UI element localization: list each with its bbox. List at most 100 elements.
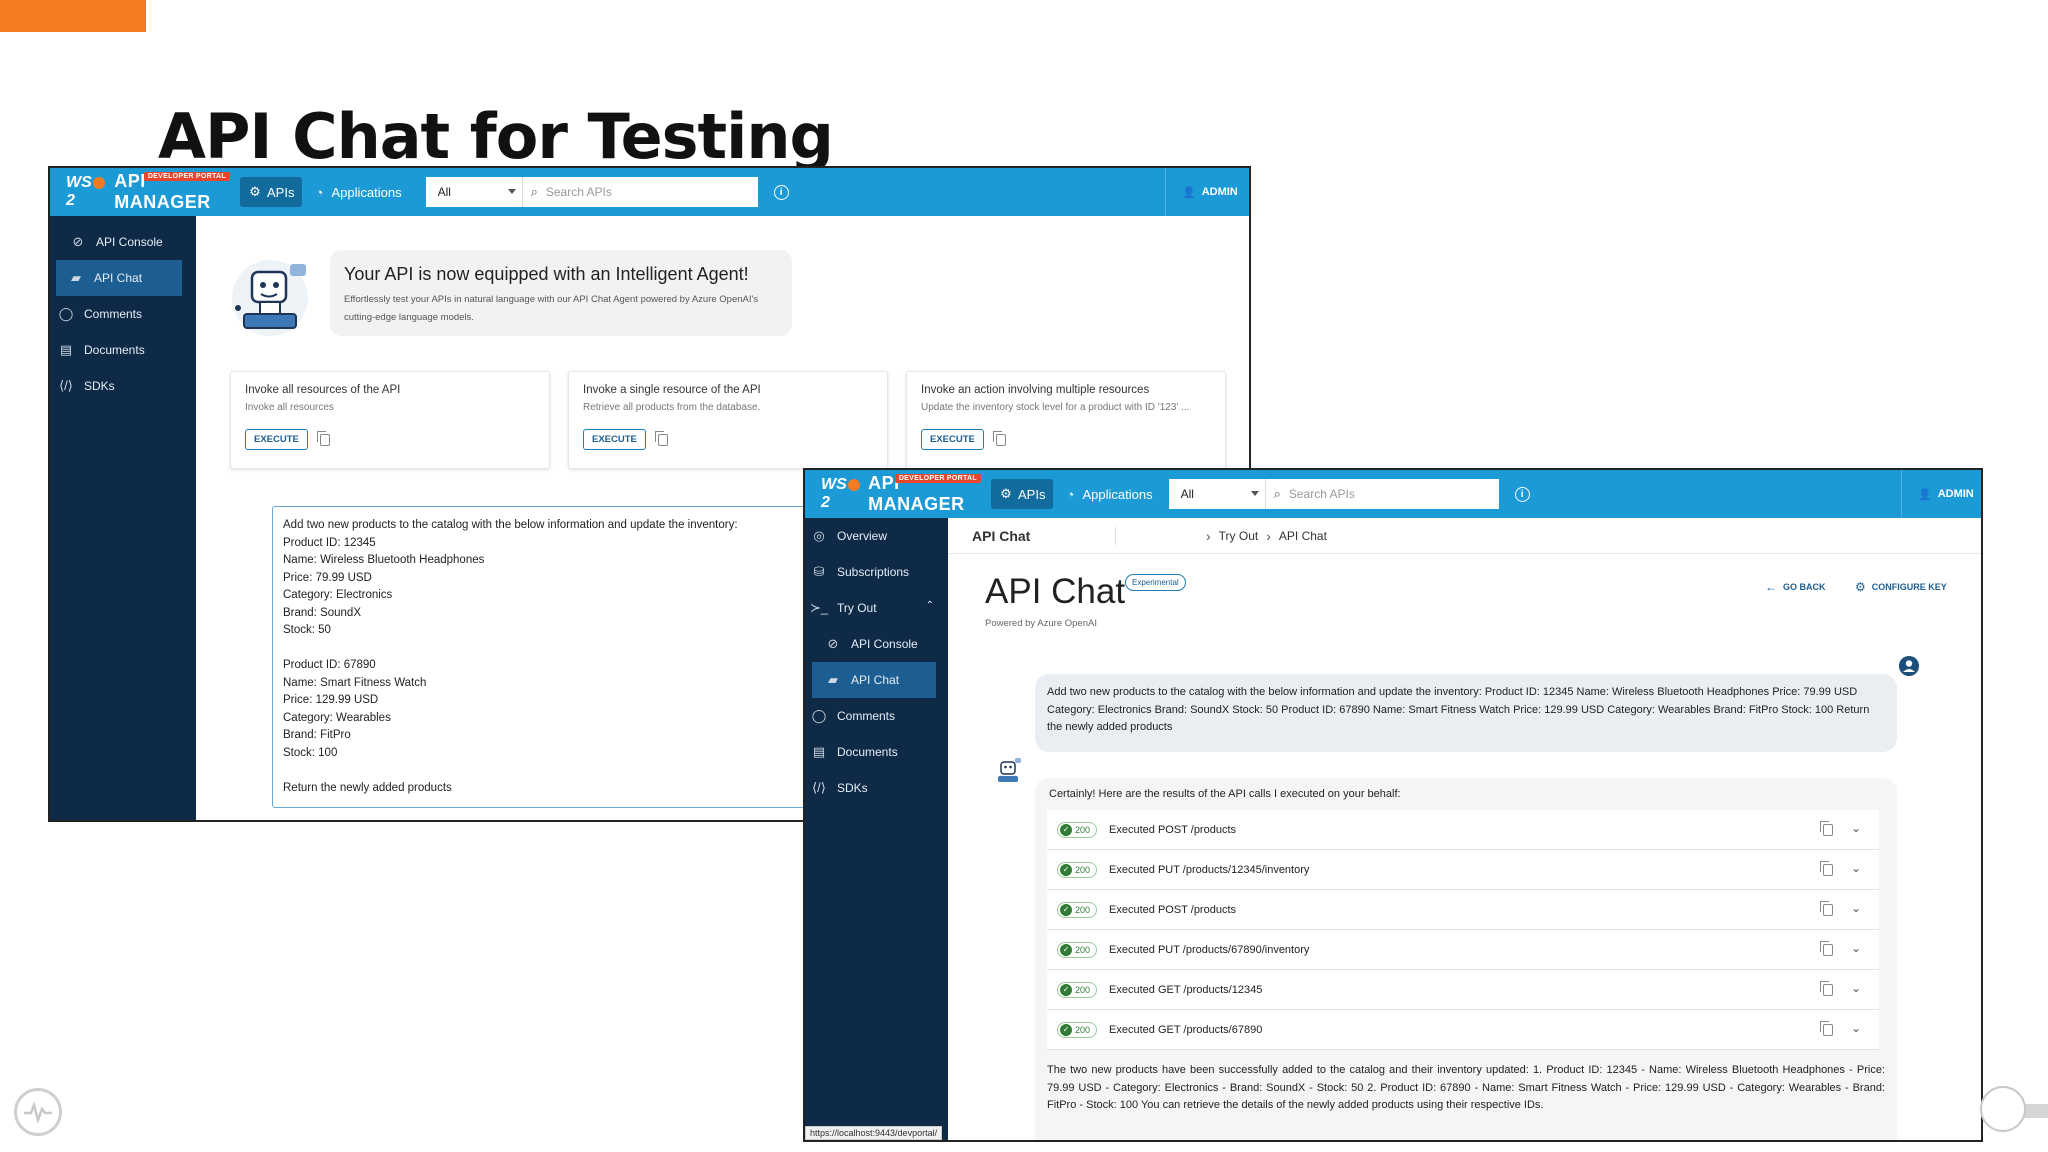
copy-icon[interactable] xyxy=(1820,821,1833,836)
user-avatar-icon xyxy=(1899,656,1919,676)
slide-title: API Chat for Testing xyxy=(158,100,834,173)
info-icon[interactable]: i xyxy=(1514,486,1530,502)
sidebar-item-label: API Console xyxy=(851,637,918,651)
chevron-right-icon: › xyxy=(1206,527,1211,544)
sidebar-item-documents[interactable]: ▤ Documents xyxy=(50,332,196,368)
sidebar-item-sdks[interactable]: ⟨/⟩ SDKs xyxy=(805,770,948,806)
sidebar: ◎ Overview ⛁ Subscriptions ≻_ Try Out ⌃ … xyxy=(805,518,948,1140)
card-title: Invoke all resources of the API xyxy=(245,384,401,396)
execution-text: Executed GET /products/67890 xyxy=(1109,1023,1263,1036)
nav-apis-label: APIs xyxy=(267,184,295,200)
api-filter-value: All xyxy=(437,185,451,199)
sidebar-item-comments[interactable]: ◯ Comments xyxy=(805,698,948,734)
check-icon: ✓ xyxy=(1060,983,1072,996)
chevron-down-icon[interactable]: ⌄ xyxy=(1851,941,1861,955)
execution-row[interactable]: ✓ 200 Executed POST /products ⌄ xyxy=(1047,890,1879,930)
sidebar-item-documents[interactable]: ▤ Documents xyxy=(805,734,948,770)
sidebar-item-label: Comments xyxy=(84,307,143,321)
execute-button[interactable]: EXECUTE xyxy=(921,429,984,450)
user-icon: 👤 xyxy=(1918,488,1932,501)
developer-portal-badge: DEVELOPER PORTAL xyxy=(143,172,230,181)
sample-card-single-resource: Invoke a single resource of the API Retr… xyxy=(568,371,888,469)
nav-apis-button[interactable]: ⚙ APIs xyxy=(240,177,303,207)
sidebar-item-try-out[interactable]: ≻_ Try Out ⌃ xyxy=(805,590,948,626)
decorative-ring xyxy=(1980,1086,2026,1132)
sidebar-item-api-chat[interactable]: ▰ API Chat xyxy=(56,260,182,296)
user-message-bubble: Add two new products to the catalog with… xyxy=(1035,674,1897,752)
breadcrumb-try-out[interactable]: Try Out xyxy=(1219,529,1259,543)
execution-row[interactable]: ✓ 200 Executed GET /products/67890 ⌄ xyxy=(1047,1010,1879,1050)
execution-row[interactable]: ✓ 200 Executed PUT /products/67890/invent… xyxy=(1047,930,1879,970)
brand-logo[interactable]: WS2 API MANAGER DEVELOPER PORTAL xyxy=(50,168,230,216)
execute-button[interactable]: EXECUTE xyxy=(245,429,308,450)
agent-description-line1: Effortlessly test your APIs in natural l… xyxy=(344,294,759,305)
wso2-logo-icon: WS2 xyxy=(66,174,108,210)
sidebar-item-sdks[interactable]: ⟨/⟩ SDKs xyxy=(50,368,196,404)
overview-icon: ◎ xyxy=(813,528,825,543)
chevron-down-icon[interactable]: ⌄ xyxy=(1851,981,1861,995)
top-bar: WS2 API MANAGER DEVELOPER PORTAL ⚙ APIs … xyxy=(805,470,1981,518)
search-input[interactable]: ⌕ Search APIs xyxy=(521,177,758,207)
execution-text: Executed POST /products xyxy=(1109,823,1237,836)
copy-icon[interactable] xyxy=(1820,1021,1833,1036)
copy-icon[interactable] xyxy=(1820,981,1833,996)
sidebar-item-comments[interactable]: ◯ Comments xyxy=(50,296,196,332)
copy-icon[interactable] xyxy=(992,430,1006,446)
chevron-down-icon[interactable]: ⌄ xyxy=(1851,901,1861,915)
api-filter-select[interactable]: All xyxy=(1168,479,1265,509)
sidebar-item-label: Subscriptions xyxy=(837,565,910,579)
portal-window-api-chat-results: WS2 API MANAGER DEVELOPER PORTAL ⚙ APIs … xyxy=(803,468,1983,1142)
configure-key-label: CONFIGURE KEY xyxy=(1871,582,1947,592)
sidebar-item-api-console[interactable]: ⊘ API Console xyxy=(805,626,948,662)
execution-text: Executed PUT /products/67890/inventory xyxy=(1109,943,1310,956)
presentation-logo-icon xyxy=(14,1088,62,1136)
breadcrumb-title: API Chat xyxy=(948,526,1116,545)
agent-description-line2: cutting-edge language models. xyxy=(344,312,474,323)
sidebar-item-api-console[interactable]: ⊘ API Console xyxy=(50,224,196,260)
nav-apis-button[interactable]: ⚙ APIs xyxy=(991,479,1054,509)
api-filter-select[interactable]: All xyxy=(425,177,522,207)
chat-icon: ▰ xyxy=(828,672,838,687)
nav-applications-button[interactable]: ◔ Applications xyxy=(1055,479,1160,509)
copy-icon[interactable] xyxy=(654,430,668,446)
nav-applications-button[interactable]: ◔ Applications xyxy=(304,177,409,207)
search-input[interactable]: ⌕ Search APIs xyxy=(1264,479,1499,509)
user-menu[interactable]: 👤 ADMIN xyxy=(1165,168,1249,216)
execute-button[interactable]: EXECUTE xyxy=(583,429,646,450)
execution-row[interactable]: ✓ 200 Executed POST /products ⌄ xyxy=(1047,810,1879,850)
configure-key-button[interactable]: ⚙ CONFIGURE KEY xyxy=(1855,580,1947,594)
terminal-icon: ≻_ xyxy=(809,600,829,615)
brand-logo[interactable]: WS2 API MANAGER DEVELOPER PORTAL xyxy=(805,470,981,518)
sidebar-item-api-chat[interactable]: ▰ API Chat xyxy=(812,662,936,698)
copy-icon[interactable] xyxy=(1820,861,1833,876)
chevron-down-icon[interactable]: ⌄ xyxy=(1851,1021,1861,1035)
execution-row[interactable]: ✓ 200 Executed GET /products/12345 ⌄ xyxy=(1047,970,1879,1010)
agent-heading: Your API is now equipped with an Intelli… xyxy=(344,264,749,284)
go-back-button[interactable]: ← GO BACK xyxy=(1765,580,1826,594)
applications-icon: ◔ xyxy=(315,184,324,200)
user-menu[interactable]: 👤 ADMIN xyxy=(1901,470,1981,518)
chevron-down-icon[interactable]: ⌄ xyxy=(1851,861,1861,875)
sidebar-item-label: SDKs xyxy=(837,781,868,795)
robot-agent-icon xyxy=(998,758,1021,782)
intelligent-agent-banner: Your API is now equipped with an Intelli… xyxy=(330,250,792,336)
sidebar-item-label: API Chat xyxy=(94,271,143,285)
chevron-down-icon[interactable]: ⌄ xyxy=(1851,821,1861,835)
sidebar-item-subscriptions[interactable]: ⛁ Subscriptions xyxy=(805,554,948,590)
prompt-textarea[interactable]: Add two new products to the catalog with… xyxy=(272,506,832,808)
card-title: Invoke an action involving multiple reso… xyxy=(921,384,1150,396)
sidebar-item-overview[interactable]: ◎ Overview xyxy=(805,518,948,554)
sample-card-multiple-resources: Invoke an action involving multiple reso… xyxy=(906,371,1226,469)
copy-icon[interactable] xyxy=(1820,901,1833,916)
copy-icon[interactable] xyxy=(1820,941,1833,956)
developer-portal-badge: DEVELOPER PORTAL xyxy=(894,474,981,483)
info-icon[interactable]: i xyxy=(773,184,789,200)
caret-down-icon xyxy=(507,189,516,194)
document-icon: ▤ xyxy=(812,744,826,759)
comment-icon: ◯ xyxy=(58,306,74,321)
execution-row[interactable]: ✓ 200 Executed PUT /products/12345/invent… xyxy=(1047,850,1879,890)
copy-icon[interactable] xyxy=(316,430,330,446)
sidebar-item-label: API Chat xyxy=(851,673,900,687)
sidebar-item-label: Documents xyxy=(837,745,898,759)
chevron-up-icon: ⌃ xyxy=(925,600,934,611)
